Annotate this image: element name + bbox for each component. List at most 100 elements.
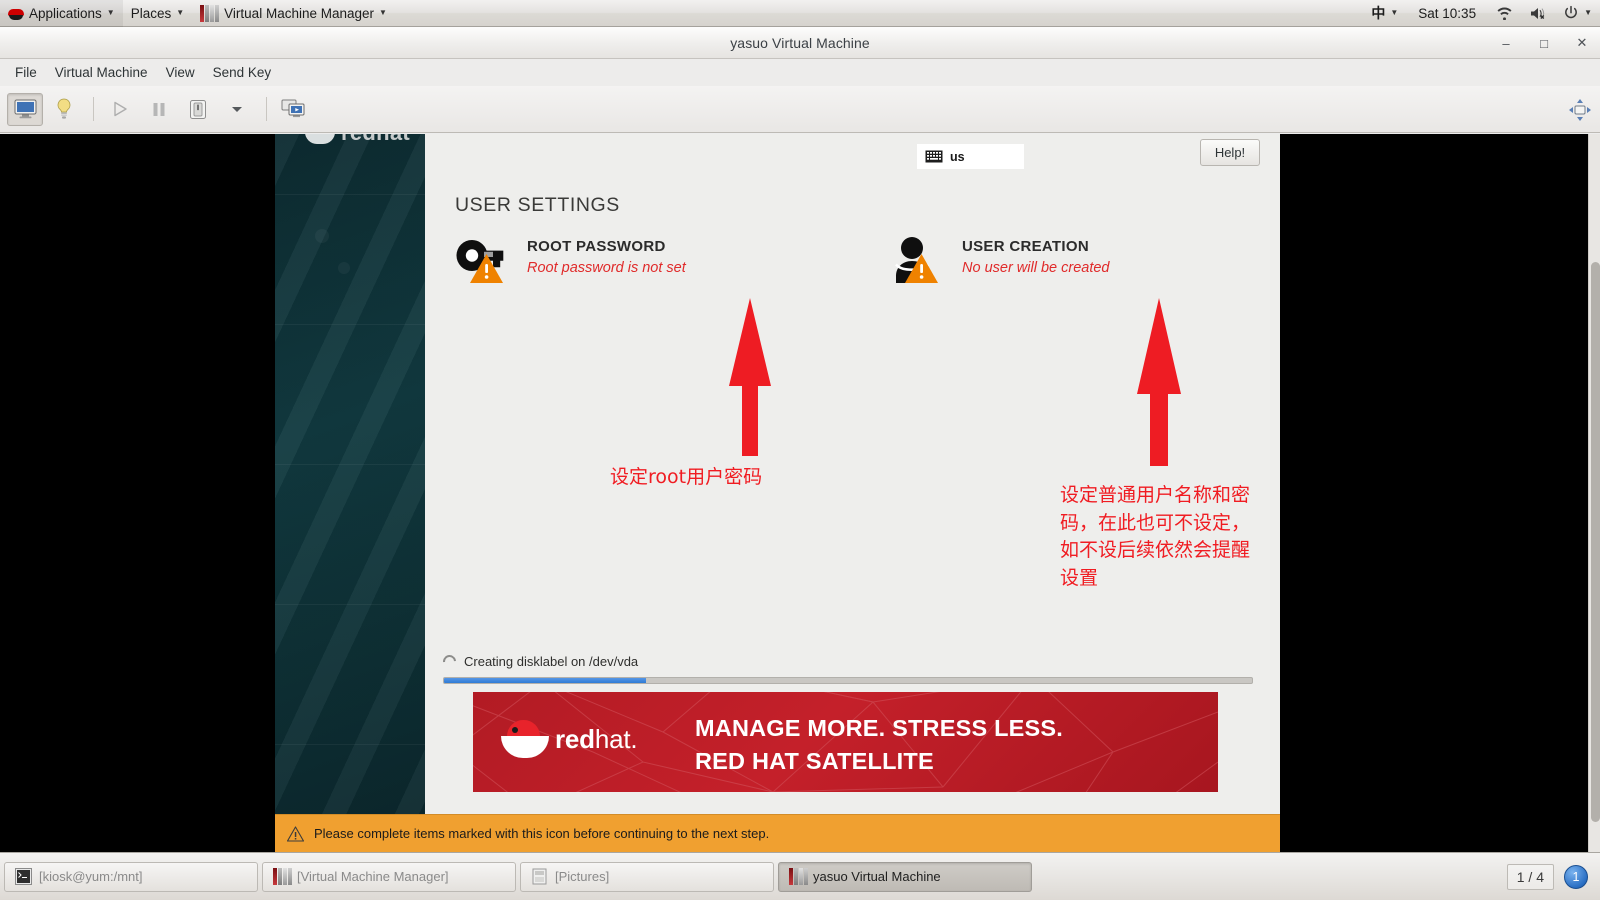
brand-dot: . [630, 723, 638, 754]
system-menu[interactable]: ▼ [1555, 0, 1600, 27]
screen-root: Applications ▼ Places ▼ Virtual Machine … [0, 0, 1600, 900]
maximize-button[interactable]: □ [1534, 33, 1554, 53]
minimize-button[interactable]: – [1496, 33, 1516, 53]
annotation-user-creation-note: 设定普通用户名称和密 码，在此也可不设定， 如不设后续依然会提醒 设置 [1060, 484, 1251, 589]
menu-send-key[interactable]: Send Key [204, 62, 281, 83]
brand-light: hat [594, 723, 631, 754]
input-method-indicator[interactable]: 中 ▼ [1363, 0, 1406, 27]
task-label: [kiosk@yum:/mnt] [39, 869, 143, 884]
task-yasuo-vm[interactable]: yasuo Virtual Machine [778, 861, 1032, 892]
panel-status-area: 中 ▼ Sat 10:35 ▼ [1363, 0, 1600, 27]
lightbulb-icon [57, 98, 71, 119]
task-terminal[interactable]: [kiosk@yum:/mnt] [4, 861, 258, 892]
chevron-down-icon: ▼ [106, 8, 115, 17]
window-title: yasuo Virtual Machine [730, 34, 870, 51]
key-icon [455, 234, 513, 284]
installer-warning-bar: Please complete items marked with this i… [275, 814, 1280, 852]
spoke-user-creation[interactable]: USER CREATION No user will be created [890, 234, 1110, 284]
shutdown-button[interactable] [180, 93, 216, 126]
vm-display-scrollbar[interactable] [1588, 134, 1600, 852]
menubar: File Virtual Machine View Send Key [0, 59, 1600, 86]
annotation-root-password-note: 设定root用户密码 [610, 466, 763, 488]
scrollbar-thumb[interactable] [1591, 262, 1600, 822]
chevron-down-icon: ▼ [1390, 8, 1399, 17]
spoke-status: Root password is not set [527, 260, 686, 276]
redhat-logo-icon [8, 6, 24, 21]
redhat-wordmark: redhat. [555, 723, 638, 755]
spoke-title: USER CREATION [962, 238, 1089, 255]
keyboard-layout-label: us [950, 149, 965, 164]
pointer-grab-indicator [1568, 86, 1592, 133]
spoke-root-password[interactable]: ROOT PASSWORD Root password is not set [455, 234, 686, 284]
keyboard-layout-indicator[interactable]: us [917, 144, 1024, 169]
screens-icon [281, 99, 305, 117]
toolbar [0, 86, 1600, 133]
shutdown-icon [190, 99, 206, 119]
window-titlebar: yasuo Virtual Machine – □ ✕ [0, 27, 1600, 59]
fullscreen-button[interactable] [275, 93, 311, 126]
volume-indicator[interactable] [1521, 0, 1555, 27]
clock-label: Sat 10:35 [1418, 5, 1477, 21]
places-menu[interactable]: Places ▼ [123, 0, 192, 27]
install-status-text: Creating disklabel on /dev/vda [464, 654, 639, 669]
move-pointer-icon [1569, 98, 1591, 121]
virt-viewer-window: yasuo Virtual Machine – □ ✕ File Virtual… [0, 27, 1600, 852]
installer-warning-text: Please complete items marked with this i… [314, 826, 770, 841]
help-button[interactable]: Help! [1200, 139, 1260, 166]
applications-menu[interactable]: Applications ▼ [0, 0, 123, 27]
show-console-button[interactable] [7, 92, 43, 126]
workspace-badge[interactable]: 1 [1564, 864, 1588, 889]
ime-label: 中 [1371, 5, 1386, 21]
install-status: Creating disklabel on /dev/vda [440, 652, 639, 671]
redhat-hat-icon [501, 718, 549, 760]
page-title: USER SETTINGS [455, 194, 620, 216]
user-icon [890, 234, 948, 284]
redhat-wordmark: redhat [341, 134, 410, 146]
menu-file[interactable]: File [6, 62, 46, 83]
close-button[interactable]: ✕ [1572, 33, 1592, 53]
menu-virtual-machine[interactable]: Virtual Machine [46, 62, 157, 83]
network-indicator[interactable] [1488, 0, 1521, 27]
window-menu-label: Virtual Machine Manager [224, 5, 375, 21]
show-details-button[interactable] [46, 93, 82, 126]
banner-tagline: MANAGE MORE. STRESS LESS. RED HAT SATELL… [695, 712, 1063, 779]
places-menu-label: Places [130, 5, 172, 21]
chevron-down-icon: ▼ [1584, 8, 1592, 17]
help-button-label: Help! [1214, 145, 1246, 160]
spoke-status: No user will be created [962, 260, 1110, 276]
brand-bold: red [555, 723, 595, 754]
workspace-indicator[interactable]: 1 / 4 [1506, 863, 1554, 890]
annotation-arrow-user [1135, 298, 1183, 471]
spoke-title: ROOT PASSWORD [527, 238, 666, 255]
install-progress-bar [443, 677, 1253, 684]
pause-icon [153, 102, 165, 116]
toolbar-separator [266, 97, 267, 121]
pause-button[interactable] [141, 93, 177, 126]
spinner-icon [440, 652, 459, 671]
applications-menu-label: Applications [29, 5, 102, 21]
annotation-arrow-root [727, 298, 773, 461]
window-menu[interactable]: Virtual Machine Manager ▼ [192, 0, 395, 27]
menu-view[interactable]: View [157, 62, 204, 83]
vmm-icon [789, 868, 808, 885]
redhat-sidebar-logo: redhat [305, 134, 410, 146]
shutdown-options-button[interactable] [219, 93, 255, 126]
power-icon [1565, 5, 1578, 19]
chevron-down-icon: ▼ [379, 8, 387, 17]
chevron-down-icon [232, 107, 242, 112]
wifi-icon [1497, 7, 1512, 20]
warning-triangle-icon [287, 825, 304, 842]
volume-muted-icon [1531, 7, 1545, 19]
vm-display-canvas[interactable]: redhat [0, 134, 1588, 852]
clock[interactable]: Sat 10:35 [1406, 0, 1488, 27]
vmm-icon [200, 4, 220, 22]
installer-main-pane: us Help! USER SETTINGS ROOT PASSWORD Roo… [425, 134, 1280, 852]
terminal-icon [15, 868, 32, 885]
anaconda-installer: redhat [275, 134, 1280, 852]
task-vmm[interactable]: [Virtual Machine Manager] [262, 861, 516, 892]
spoke-text: USER CREATION No user will be created [962, 234, 1110, 276]
window-controls: – □ ✕ [1496, 27, 1592, 59]
task-pictures[interactable]: [Pictures] [520, 861, 774, 892]
chevron-down-icon: ▼ [176, 8, 185, 17]
run-button[interactable] [102, 93, 138, 126]
